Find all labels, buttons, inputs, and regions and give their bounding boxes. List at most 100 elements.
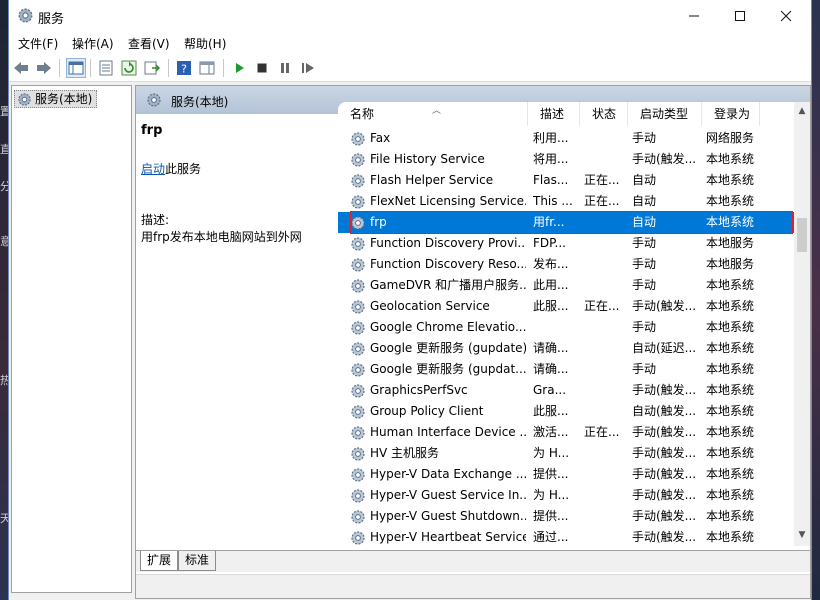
column-header-status[interactable]: 状态 [580,102,628,126]
service-gear-icon [351,258,365,272]
service-row[interactable]: Hyper-V Guest Shutdown... 提供... 手动(触发... 本地… [338,506,794,527]
service-startup-cell: 手动 [632,236,657,250]
show-action-pane-button[interactable] [197,58,217,78]
column-header-name[interactable]: 名称 ︿ [338,102,528,126]
close-icon [780,10,792,21]
desktop-glyph: 天 [0,512,8,525]
service-status-cell [584,233,626,254]
pane-header-title: 服务(本地) [171,95,229,109]
column-header-logon-as[interactable]: 登录为 [702,102,760,126]
service-status-cell [584,149,626,170]
pause-service-button[interactable] [275,58,295,78]
service-status-cell: 正在... [584,299,620,313]
column-header-startup-type[interactable]: 启动类型 [628,102,702,126]
service-row[interactable]: HV 主机服务 为 H... 手动(触发... 本地系统 [338,443,794,464]
play-icon [236,63,244,73]
service-logon-cell: 本地系统 [706,278,755,292]
stop-service-button[interactable] [252,58,272,78]
service-row[interactable]: Human Interface Device ... 激活... 正在... 手动(触… [338,422,794,443]
help-button[interactable]: ? [174,58,194,78]
service-status-cell [584,275,626,296]
service-row[interactable]: File History Service 将用... 手动(触发... 本地系统 [338,149,794,170]
service-name-cell: Flash Helper Service [370,173,494,187]
scroll-down-arrow-icon[interactable]: ▼ [794,530,810,542]
service-row[interactable]: Hyper-V Heartbeat Service 通过... 手动(触发... 本地… [338,527,794,546]
service-startup-cell: 自动(触发... [632,404,697,418]
menu-view[interactable]: 查看(V) [128,35,170,52]
service-status-cell [584,443,626,464]
service-startup-cell: 手动 [632,278,657,292]
service-row[interactable]: Google 更新服务 (gupdate) 请确... 自动(延迟... 本地系统 [338,338,794,359]
services-gear-icon [18,93,31,106]
service-name-cell: Geolocation Service [370,299,490,313]
refresh-button[interactable] [119,58,139,78]
column-header-name-label: 名称 [350,107,375,121]
service-row[interactable]: frp 用fr... 自动 本地系统 [338,212,794,233]
service-startup-cell: 自动 [632,173,657,187]
export-list-button[interactable] [142,58,162,78]
service-row[interactable]: Hyper-V Guest Service In... 为 H... 手动(触发..… [338,485,794,506]
service-row[interactable]: Google 更新服务 (gupdat... 请确... 手动 本地系统 [338,359,794,380]
service-row[interactable]: Function Discovery Reso... 发布... 手动 本地服务 [338,254,794,275]
service-name-cell: Google 更新服务 (gupdate) [370,341,526,355]
maximize-button[interactable] [717,0,763,31]
help-icon: ? [177,61,191,76]
close-button[interactable] [763,0,809,31]
restart-icon [302,63,314,73]
service-row[interactable]: Flash Helper Service Flas... 正在... 自动 本地系统 [338,170,794,191]
service-status-cell [584,506,626,527]
service-startup-cell: 自动 [632,194,657,208]
service-name-cell: Function Discovery Reso... [370,257,526,271]
menu-file[interactable]: 文件(F) [18,35,58,52]
service-detail-panel: frp 启动此服务 描述: 用frp发布本地电脑网站到外网 [136,114,338,548]
back-button[interactable] [11,58,31,78]
service-row[interactable]: Google Chrome Elevatio... 手动 本地系统 [338,317,794,338]
service-row[interactable]: GameDVR 和广播用户服务... 此用... 手动 本地系统 [338,275,794,296]
start-service-button[interactable] [229,58,249,78]
title-bar[interactable]: 服务 [9,0,811,31]
service-startup-cell: 手动(触发... [632,509,697,523]
action-pane-icon [199,61,215,75]
service-desc-cell: Flas... [533,173,569,187]
vertical-scrollbar[interactable]: ▲ ▼ [794,102,810,546]
service-status-cell [584,359,626,380]
start-service-link[interactable]: 启动 [141,162,165,176]
service-startup-cell: 手动(触发... [632,467,697,481]
toolbar-separator [90,59,91,77]
service-logon-cell: 网络服务 [706,131,755,145]
scrollbar-thumb[interactable] [797,218,807,252]
service-gear-icon [351,363,365,377]
tab-extended[interactable]: 扩展 [140,551,179,571]
menu-help[interactable]: 帮助(H) [184,35,226,52]
properties-button[interactable] [96,58,116,78]
view-tabs: 扩展 标准 [136,550,810,572]
back-arrow-icon [14,62,28,74]
menu-action[interactable]: 操作(A) [72,35,114,52]
service-row[interactable]: Function Discovery Provi... FDP... 手动 本地服务 [338,233,794,254]
service-status-cell: 正在... [584,194,620,208]
service-row[interactable]: FlexNet Licensing Service... This ... 正在..… [338,191,794,212]
service-desc-cell: 请确... [533,341,569,355]
restart-service-button[interactable] [298,58,318,78]
service-row[interactable]: Fax 利用... 手动 网络服务 [338,128,794,149]
description-text: 用frp发布本地电脑网站到外网 [141,230,302,244]
tab-standard[interactable]: 标准 [178,551,217,571]
service-row[interactable]: Geolocation Service 此服... 正在... 手动(触发... 本地系… [338,296,794,317]
minimize-button[interactable] [671,0,717,31]
show-hide-console-tree-button[interactable] [66,58,86,78]
service-status-cell [584,212,626,233]
toolbar: ? [9,54,811,82]
service-logon-cell: 本地系统 [706,425,755,439]
tree-item-services-local[interactable]: 服务(本地) [14,90,98,108]
forward-button[interactable] [34,58,54,78]
scroll-up-arrow-icon[interactable]: ▲ [794,106,810,118]
service-row[interactable]: Group Policy Client 此服... 自动(触发... 本地系统 [338,401,794,422]
service-row[interactable]: GraphicsPerfSvc Gra... 手动(触发... 本地系统 [338,380,794,401]
column-header-desc[interactable]: 描述 [528,102,580,126]
list-header: 名称 ︿ 描述 状态 启动类型 登录为 [338,102,810,126]
service-startup-cell: 手动(触发... [632,299,697,313]
service-row[interactable]: Hyper-V Data Exchange ... 提供... 手动(触发... 本地… [338,464,794,485]
service-startup-cell: 自动 [632,215,657,229]
service-startup-cell: 自动(延迟... [632,341,697,355]
service-name-cell: frp [370,215,387,229]
